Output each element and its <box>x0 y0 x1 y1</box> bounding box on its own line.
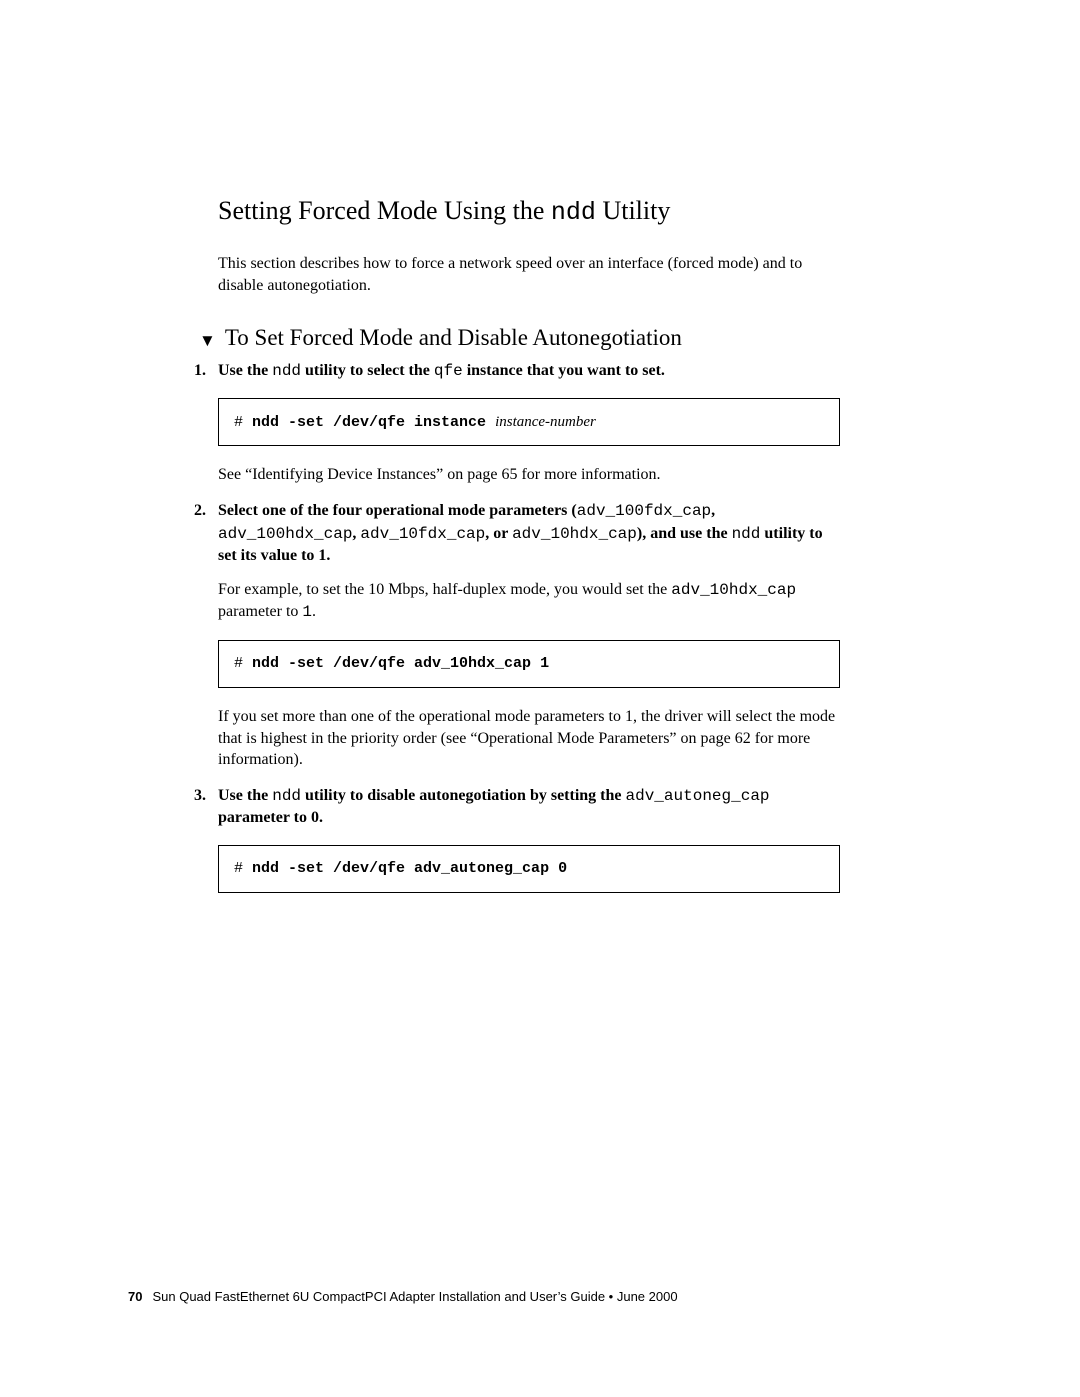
code: qfe <box>434 362 463 380</box>
step-1: Use the ndd utility to select the qfe in… <box>218 360 840 486</box>
step-2-followup: If you set more than one of the operatio… <box>218 706 840 771</box>
step-1-text: Use the ndd utility to select the qfe in… <box>218 362 665 379</box>
step-3: Use the ndd utility to disable autonegot… <box>218 785 840 893</box>
t: ), and use the <box>637 525 732 542</box>
t: instance that you want to set. <box>463 362 665 379</box>
step-2: Select one of the four operational mode … <box>218 500 840 771</box>
code-block-3: # ndd -set /dev/qfe adv_autoneg_cap 0 <box>218 845 840 893</box>
t: For example, to set the 10 Mbps, half-du… <box>218 581 671 598</box>
t: , <box>711 502 715 519</box>
t: utility to select the <box>301 362 434 379</box>
code: 1 <box>302 603 312 621</box>
cmd: ndd -set /dev/qfe instance <box>252 414 495 431</box>
down-triangle-icon: ▼ <box>199 332 216 349</box>
step-1-followup: See “Identifying Device Instances” on pa… <box>218 464 840 486</box>
arg-placeholder: instance-number <box>495 414 596 430</box>
step-2-text: Select one of the four operational mode … <box>218 502 823 564</box>
code-block-1: # ndd -set /dev/qfe instance instance-nu… <box>218 398 840 446</box>
t: , or <box>485 525 512 542</box>
code-line: # ndd -set /dev/qfe adv_10hdx_cap 1 <box>234 654 549 674</box>
page-footer: 70 Sun Quad FastEthernet 6U CompactPCI Ad… <box>128 1289 678 1304</box>
t: parameter to 0. <box>218 809 323 826</box>
code-block-2: # ndd -set /dev/qfe adv_10hdx_cap 1 <box>218 640 840 688</box>
code: ndd <box>272 787 301 805</box>
page: Setting Forced Mode Using the ndd Utilit… <box>0 0 1080 1397</box>
page-number: 70 <box>128 1289 142 1304</box>
code: adv_100hdx_cap <box>218 525 352 543</box>
heading-text-post: Utility <box>596 196 670 225</box>
prompt: # <box>234 860 252 877</box>
heading-text-pre: Setting Forced Mode Using the <box>218 196 551 225</box>
t: Use the <box>218 362 272 379</box>
t: utility to disable autonegotiation by se… <box>301 787 625 804</box>
t: parameter to <box>218 603 302 620</box>
cmd: ndd -set /dev/qfe adv_10hdx_cap 1 <box>252 655 549 672</box>
code: ndd <box>732 525 761 543</box>
section-heading: Setting Forced Mode Using the ndd Utilit… <box>218 195 840 228</box>
code: ndd <box>272 362 301 380</box>
step-list: Use the ndd utility to select the qfe in… <box>218 360 840 893</box>
code: adv_100fdx_cap <box>577 502 711 520</box>
code-line: # ndd -set /dev/qfe instance instance-nu… <box>234 412 596 433</box>
heading-code: ndd <box>551 198 596 227</box>
cmd: ndd -set /dev/qfe adv_autoneg_cap 0 <box>252 860 567 877</box>
step-3-text: Use the ndd utility to disable autonegot… <box>218 787 770 827</box>
prompt: # <box>234 655 252 672</box>
procedure-title: To Set Forced Mode and Disable Autonegot… <box>225 324 682 352</box>
step-2-example-intro: For example, to set the 10 Mbps, half-du… <box>218 579 840 624</box>
code: adv_10hdx_cap <box>512 525 637 543</box>
footer-text: Sun Quad FastEthernet 6U CompactPCI Adap… <box>152 1289 677 1304</box>
procedure-heading-row: ▼ To Set Forced Mode and Disable Autoneg… <box>199 324 840 352</box>
code: adv_autoneg_cap <box>626 787 770 805</box>
prompt: # <box>234 414 252 431</box>
code-line: # ndd -set /dev/qfe adv_autoneg_cap 0 <box>234 859 567 879</box>
t: Select one of the four operational mode … <box>218 502 577 519</box>
t: . <box>312 603 316 620</box>
section-intro: This section describes how to force a ne… <box>218 253 840 296</box>
code: adv_10fdx_cap <box>360 525 485 543</box>
code: adv_10hdx_cap <box>671 581 796 599</box>
t: Use the <box>218 787 272 804</box>
